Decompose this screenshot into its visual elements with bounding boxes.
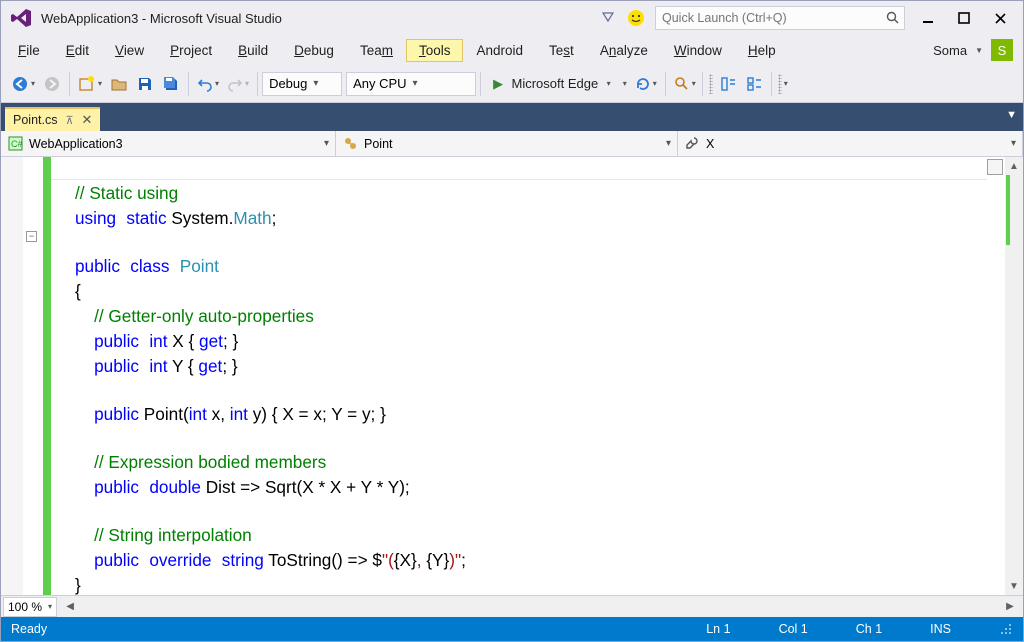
menu-test[interactable]: Test xyxy=(536,39,587,62)
vertical-scrollbar[interactable]: ▲ ▼ xyxy=(1005,157,1023,595)
menu-help[interactable]: Help xyxy=(735,39,789,62)
quick-launch-input[interactable] xyxy=(656,11,882,25)
config-dropdown[interactable]: Debug▾ xyxy=(262,72,342,96)
nav-member-dropdown[interactable]: X ▾ xyxy=(678,131,1023,156)
menu-team[interactable]: Team xyxy=(347,39,406,62)
platform-dropdown[interactable]: Any CPU▾ xyxy=(346,72,476,96)
user-avatar[interactable]: S xyxy=(991,39,1013,61)
nav-project-dropdown[interactable]: C# WebApplication3 ▾ xyxy=(1,131,336,156)
save-button[interactable] xyxy=(132,71,158,97)
status-ins[interactable]: INS xyxy=(930,622,951,636)
status-col: Col 1 xyxy=(779,622,808,636)
code-nav-bar: C# WebApplication3 ▾ Point ▾ X ▾ xyxy=(1,131,1023,157)
user-name: Soma xyxy=(933,43,967,58)
svg-text:C#: C# xyxy=(11,139,23,149)
step-over-button[interactable] xyxy=(741,71,767,97)
horizontal-scrollbar[interactable]: ◀ ▶ xyxy=(61,598,1019,616)
menu-analyze[interactable]: Analyze xyxy=(587,39,661,62)
editor-footer: 100 %▾ ◀ ▶ xyxy=(1,595,1023,617)
status-line: Ln 1 xyxy=(706,622,730,636)
zoom-dropdown[interactable]: 100 %▾ xyxy=(3,597,57,617)
nav-back-button[interactable]: ▾ xyxy=(7,71,39,97)
breakpoint-margin[interactable] xyxy=(1,157,23,595)
scroll-change-marker xyxy=(1006,175,1010,245)
status-ready: Ready xyxy=(11,622,47,636)
menu-edit[interactable]: Edit xyxy=(53,39,102,62)
pin-icon[interactable]: ⊼ xyxy=(65,114,73,127)
toolbar-grip-icon[interactable] xyxy=(709,74,713,94)
document-well: Point.cs ⊼ ✕ ▼ xyxy=(1,103,1023,131)
titlebar: WebApplication3 - Microsoft Visual Studi… xyxy=(1,1,1023,35)
browser-refresh-button[interactable]: ▾ xyxy=(631,71,661,97)
csharp-project-icon: C# xyxy=(7,136,23,152)
change-indicator xyxy=(43,157,51,595)
split-editor-icon[interactable] xyxy=(987,159,1003,175)
maximize-button[interactable] xyxy=(947,5,981,31)
feedback-smile-icon[interactable] xyxy=(627,9,645,27)
code-area[interactable]: // Static using using static System.Math… xyxy=(51,157,1005,595)
menu-view[interactable]: View xyxy=(102,39,157,62)
docwell-overflow-icon[interactable]: ▼ xyxy=(1006,109,1017,121)
toolbar-overflow-chev[interactable]: ▾ xyxy=(784,79,788,88)
menu-android[interactable]: Android xyxy=(463,39,536,62)
start-debug-button[interactable]: ▶ Microsoft Edge ▾ xyxy=(485,71,619,97)
user-area[interactable]: Soma ▼ S xyxy=(933,39,1019,61)
minimize-button[interactable] xyxy=(911,5,945,31)
notifications-icon[interactable] xyxy=(601,11,615,25)
menu-debug[interactable]: Debug xyxy=(281,39,347,62)
scroll-up-icon[interactable]: ▲ xyxy=(1005,157,1023,175)
toolbar: ▾ ▾ ▾ ▾ Debug▾ Any CPU▾ ▶ Microsoft Edge… xyxy=(1,65,1023,103)
toolbar-grip2-icon[interactable] xyxy=(778,74,782,94)
close-button[interactable] xyxy=(983,5,1017,31)
scroll-right-icon[interactable]: ▶ xyxy=(1001,598,1019,616)
status-ch: Ch 1 xyxy=(856,622,882,636)
menu-project[interactable]: Project xyxy=(157,39,225,62)
outlining-margin[interactable]: − xyxy=(23,157,43,595)
class-icon xyxy=(342,136,358,152)
nav-class-dropdown[interactable]: Point ▾ xyxy=(336,131,678,156)
close-tab-icon[interactable]: ✕ xyxy=(82,112,93,128)
menu-tools[interactable]: Tools xyxy=(406,39,464,62)
scroll-down-icon[interactable]: ▼ xyxy=(1005,577,1023,595)
search-icon[interactable] xyxy=(882,7,904,29)
vs-logo-icon xyxy=(7,4,35,32)
scroll-left-icon[interactable]: ◀ xyxy=(61,598,79,616)
start-options-chev[interactable]: ▾ xyxy=(623,79,627,88)
menubar: FFileile Edit View Project Build Debug T… xyxy=(1,35,1023,65)
tab-label: Point.cs xyxy=(13,113,57,127)
open-file-button[interactable] xyxy=(106,71,132,97)
titlebar-extras xyxy=(601,9,645,27)
nav-forward-button[interactable] xyxy=(39,71,65,97)
find-in-files-button[interactable]: ▾ xyxy=(670,71,700,97)
statusbar: Ready Ln 1 Col 1 Ch 1 INS xyxy=(1,617,1023,641)
window-controls xyxy=(911,5,1017,31)
property-icon xyxy=(684,136,700,152)
menu-window[interactable]: Window xyxy=(661,39,735,62)
undo-button[interactable]: ▾ xyxy=(193,71,223,97)
code-editor[interactable]: − // Static using using static System.Ma… xyxy=(1,157,1023,595)
user-dropdown-icon[interactable]: ▼ xyxy=(975,46,983,55)
menu-build[interactable]: Build xyxy=(225,39,281,62)
save-all-button[interactable] xyxy=(158,71,184,97)
resize-grip-icon[interactable] xyxy=(999,622,1013,636)
window-title: WebApplication3 - Microsoft Visual Studi… xyxy=(41,11,282,26)
tab-point-cs[interactable]: Point.cs ⊼ ✕ xyxy=(5,107,100,131)
collapse-toggle-icon[interactable]: − xyxy=(26,231,37,242)
redo-button[interactable]: ▾ xyxy=(223,71,253,97)
quick-launch[interactable] xyxy=(655,6,905,30)
new-project-button[interactable]: ▾ xyxy=(74,71,106,97)
app-window: WebApplication3 - Microsoft Visual Studi… xyxy=(0,0,1024,642)
step-into-button[interactable] xyxy=(715,71,741,97)
menu-file[interactable]: FFileile xyxy=(5,39,53,62)
